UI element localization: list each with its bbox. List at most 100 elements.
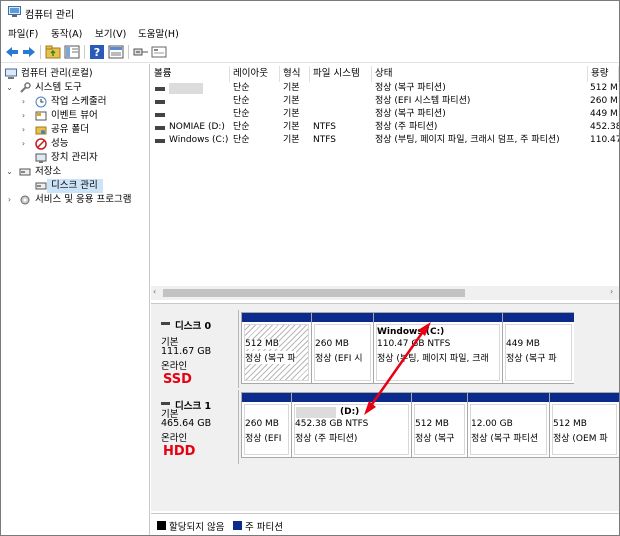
menu-bar: 파일(F) 동작(A) 보기(V) 도움말(H) <box>1 23 619 41</box>
table-row[interactable]: 단순 기본 정상 (복구 파티션) 449 M <box>151 108 619 121</box>
disk-size: 111.67 GB <box>161 346 212 357</box>
partition-size: 260 MB <box>245 419 279 429</box>
chevron-down-icon[interactable]: ⌄ <box>5 81 14 95</box>
disk-0-label[interactable]: 디스크 0 기본 111.67 GB 온라인 SSD <box>151 310 239 388</box>
partition-recovery-2[interactable]: 449 MB 정상 (복구 파 <box>503 313 574 383</box>
table-row[interactable]: Windows (C:) 단순 기본 NTFS 정상 (부팅, 페이지 파일, … <box>151 134 619 147</box>
column-header-filesystem[interactable]: 파일 시스템 <box>310 66 372 82</box>
volume-list: 볼륨 레이아웃 형식 파일 시스템 상태 용량 단순 기본 정상 (복구 파티션… <box>151 64 619 304</box>
column-header-status[interactable]: 상태 <box>372 66 588 82</box>
window-title: 컴퓨터 관리 <box>25 10 75 21</box>
partition-oem[interactable]: 512 MB 정상 (OEM 파 <box>550 393 619 457</box>
connect-icon[interactable] <box>133 44 149 60</box>
tree-item-services[interactable]: › 서비스 및 응용 프로그램 <box>5 193 149 207</box>
column-header-capacity[interactable]: 용량 <box>588 66 619 82</box>
partition-recovery-12gb[interactable]: 12.00 GB 정상 (복구 파티션 <box>468 393 550 457</box>
device-manager-icon <box>35 153 47 163</box>
tree-item-label: 공유 폴더 <box>51 124 89 135</box>
navigation-tree: 컴퓨터 관리(로컬) ⌄ 시스템 도구 › 작업 스케줄러 › 이벤트 뷰어 ›… <box>1 64 150 535</box>
services-icon <box>20 195 30 205</box>
chevron-right-icon[interactable]: › <box>19 109 28 123</box>
menu-action[interactable]: 동작(A) <box>51 26 82 40</box>
partition-bar <box>374 313 502 322</box>
cell-capacity: 260 M <box>590 96 618 106</box>
cell-volume: Windows (C:) <box>169 135 229 145</box>
menu-file[interactable]: 파일(F) <box>8 26 38 40</box>
computer-management-icon <box>5 68 17 79</box>
partition-efi[interactable]: 260 MB 정상 (EFI 시 <box>312 313 374 383</box>
chevron-right-icon[interactable]: › <box>19 95 28 109</box>
cell-layout: 단순 <box>233 109 250 119</box>
tree-item-label: 성능 <box>51 138 69 149</box>
chevron-down-icon[interactable]: ⌄ <box>5 165 14 179</box>
forward-arrow-icon[interactable] <box>21 44 37 60</box>
cell-status: 정상 (EFI 시스템 파티션) <box>375 96 471 106</box>
tree-item-label: 서비스 및 응용 프로그램 <box>35 194 132 205</box>
disk-icon <box>161 322 170 325</box>
cell-status: 정상 (주 파티션) <box>375 122 438 132</box>
partition-body <box>244 404 289 455</box>
shared-folder-icon <box>35 126 47 135</box>
partition-efi[interactable]: 260 MB 정상 (EFI <box>242 393 292 457</box>
tree-item-system-tools[interactable]: ⌄ 시스템 도구 <box>5 81 149 95</box>
scrollbar-thumb[interactable] <box>163 289 465 297</box>
menu-help[interactable]: 도움말(H) <box>138 26 179 40</box>
chevron-right-icon[interactable]: › <box>19 137 28 151</box>
tree-item-performance[interactable]: › 성능 <box>5 137 149 151</box>
tree-item-disk-management[interactable]: 디스크 관리 <box>35 179 103 193</box>
partition-size: 449 MB <box>506 339 540 349</box>
toolbar-separator <box>84 45 85 59</box>
title-bar: 컴퓨터 관리 <box>1 1 619 23</box>
help-icon[interactable]: ? <box>89 44 105 60</box>
scroll-right-icon[interactable]: › <box>610 287 613 296</box>
cell-status: 정상 (복구 파티션) <box>375 109 446 119</box>
partition-body <box>470 404 547 455</box>
menu-view[interactable]: 보기(V) <box>95 26 126 40</box>
horizontal-scrollbar[interactable]: ‹ › <box>151 286 619 300</box>
partition-status: 정상 (복구 파 <box>506 354 557 364</box>
tree-item-device-manager[interactable]: 장치 관리자 <box>5 151 149 165</box>
cell-volume: NOMIAE (D:) <box>169 122 225 132</box>
scroll-left-icon[interactable]: ‹ <box>153 287 156 296</box>
cell-layout: 단순 <box>233 96 250 106</box>
disk-1-label[interactable]: 디스크 1 기본 465.64 GB 온라인 HDD <box>151 390 239 464</box>
folder-up-icon[interactable] <box>45 44 61 60</box>
show-hide-tree-icon[interactable] <box>64 44 80 60</box>
chevron-right-icon[interactable]: › <box>5 193 14 207</box>
cell-type: 기본 <box>283 122 300 132</box>
legend-primary: 주 파티션 <box>245 522 283 533</box>
hdd-annotation: HDD <box>163 444 196 459</box>
toolbar-separator <box>40 45 41 59</box>
partition-recovery[interactable]: 512 MB 정상 (복구 <box>412 393 468 457</box>
cell-layout: 단순 <box>233 135 250 145</box>
tree-item-shared-folders[interactable]: › 공유 폴더 <box>5 123 149 137</box>
tree-item-event-viewer[interactable]: › 이벤트 뷰어 <box>5 109 149 123</box>
disk-state: 온라인 <box>161 361 188 372</box>
properties-icon[interactable] <box>108 44 124 60</box>
cell-capacity: 449 M <box>590 109 618 119</box>
tree-item-computer-management[interactable]: 컴퓨터 관리(로컬) <box>5 67 149 81</box>
table-row[interactable]: 단순 기본 정상 (EFI 시스템 파티션) 260 M <box>151 95 619 108</box>
chevron-right-icon[interactable]: › <box>19 123 28 137</box>
partition-data-d[interactable]: (D:) 452.38 GB NTFS 정상 (주 파티션) <box>292 393 412 457</box>
partition-status: 정상 (OEM 파 <box>553 434 608 444</box>
legend: 할당되지 않음 주 파티션 <box>151 513 619 535</box>
partition-recovery[interactable]: 512 MB 정상 (복구 파 <box>242 313 312 383</box>
tree-item-storage[interactable]: ⌄ 저장소 <box>5 165 149 179</box>
cell-status: 정상 (부팅, 페이지 파일, 크래시 덤프, 주 파티션) <box>375 135 560 145</box>
disk-name: 디스크 1 <box>175 401 212 412</box>
toolbar-separator <box>128 45 129 59</box>
column-header-type[interactable]: 형식 <box>280 66 310 82</box>
tree-item-task-scheduler[interactable]: › 작업 스케줄러 <box>5 95 149 109</box>
drive-icon <box>155 113 165 117</box>
back-arrow-icon[interactable] <box>4 44 20 60</box>
partition-bar <box>550 393 619 402</box>
column-header-layout[interactable]: 레이아웃 <box>230 66 280 82</box>
partition-windows-c[interactable]: Windows (C:) 110.47 GB NTFS 정상 (부팅, 페이지 … <box>374 313 503 383</box>
cell-capacity: 110.47 <box>590 135 619 145</box>
rescan-disks-icon[interactable] <box>151 44 167 60</box>
table-row[interactable]: NOMIAE (D:) 단순 기본 NTFS 정상 (주 파티션) 452.38 <box>151 121 619 134</box>
column-header-volume[interactable]: 볼륨 <box>151 66 230 82</box>
partition-status: 정상 (복구 파티션 <box>471 434 539 444</box>
table-row[interactable]: 단순 기본 정상 (복구 파티션) 512 M <box>151 82 619 95</box>
